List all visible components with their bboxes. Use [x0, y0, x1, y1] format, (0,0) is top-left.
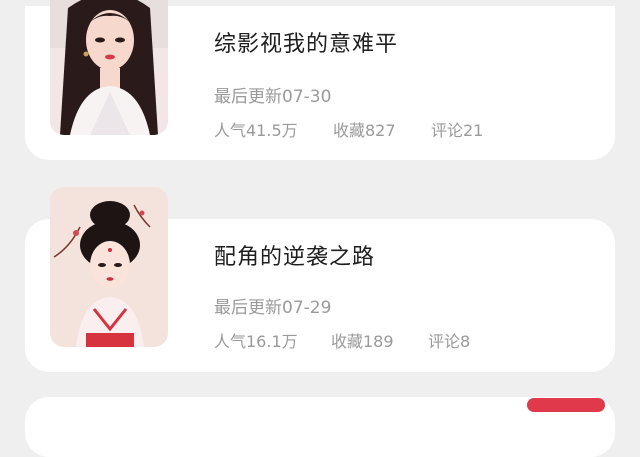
book-cover-image[interactable]	[50, 0, 168, 135]
comments-count: 评论21	[431, 121, 484, 140]
comments-count: 评论8	[428, 332, 471, 351]
popularity-count: 人气41.5万	[214, 121, 298, 140]
book-title[interactable]: 综影视我的意难平	[214, 26, 398, 58]
last-updated-text: 最后更新07-30	[214, 87, 332, 107]
book-cover-image[interactable]	[50, 187, 168, 347]
last-updated-text: 最后更新07-29	[214, 298, 332, 318]
favorites-count: 收藏827	[333, 121, 396, 140]
status-badge	[527, 398, 605, 412]
book-title[interactable]: 配角的逆袭之路	[214, 239, 375, 271]
portrait-illustration	[50, 187, 168, 347]
favorites-count: 收藏189	[331, 332, 394, 351]
portrait-illustration	[50, 0, 168, 135]
popularity-count: 人气16.1万	[214, 332, 298, 351]
